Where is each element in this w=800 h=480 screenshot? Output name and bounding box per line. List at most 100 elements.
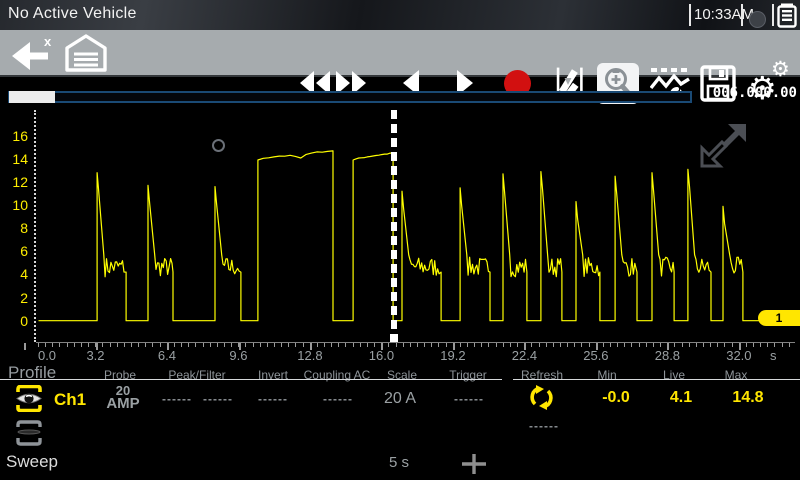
x-axis-tick <box>210 343 211 347</box>
x-axis-tick <box>438 343 439 347</box>
x-axis-label: 6.4 <box>158 348 176 363</box>
x-axis-tick <box>589 343 590 347</box>
x-axis-tick <box>717 343 718 347</box>
cursor-handle[interactable] <box>390 334 398 342</box>
x-axis-tick <box>746 343 747 347</box>
x-axis-tick <box>360 343 361 347</box>
x-axis-label: 22.4 <box>512 348 537 363</box>
x-axis-tick <box>131 343 132 347</box>
x-axis-tick <box>682 343 683 347</box>
x-axis-tick <box>624 343 625 347</box>
x-axis-tick <box>431 343 432 347</box>
trigger-value[interactable]: ------ <box>454 392 484 406</box>
ch1-visibility-eye-icon[interactable] <box>15 385 43 412</box>
x-axis-tick <box>331 343 332 347</box>
touch-ring-marker <box>212 139 225 152</box>
x-axis-tick <box>260 343 261 347</box>
x-axis-tick <box>102 343 103 347</box>
x-axis-tick <box>217 343 218 347</box>
x-axis-tick <box>274 343 275 347</box>
x-axis-tick <box>560 343 561 347</box>
x-axis-tick <box>38 343 39 347</box>
ch1-label: Ch1 <box>54 390 86 410</box>
x-axis-tick <box>253 343 254 347</box>
scale-value[interactable]: 20 A <box>384 390 416 408</box>
x-axis-tick <box>639 343 640 347</box>
probe-value-line2[interactable]: AMP <box>106 395 139 412</box>
x-axis-tick <box>553 343 554 347</box>
x-axis-tick <box>267 343 268 347</box>
x-axis-tick <box>424 343 425 347</box>
channel-1-marker[interactable]: 1 <box>758 310 800 326</box>
x-axis-label: 25.6 <box>583 348 608 363</box>
cursor-line[interactable] <box>391 110 397 340</box>
x-axis-tick <box>446 343 447 347</box>
x-axis-tick <box>774 343 775 347</box>
x-axis-tick <box>496 343 497 347</box>
x-axis-label: 9.6 <box>229 348 247 363</box>
x-axis-tick <box>753 343 754 347</box>
x-axis-tick <box>88 343 89 347</box>
refresh-icon[interactable] <box>528 384 555 411</box>
x-axis-tick <box>138 343 139 347</box>
x-axis-tick <box>188 343 189 347</box>
x-axis-tick <box>124 343 125 347</box>
refresh-sub-value: ------ <box>529 419 559 433</box>
x-axis-tick <box>374 343 375 347</box>
max-value: 14.8 <box>732 389 763 407</box>
x-axis-tick <box>288 343 289 347</box>
x-axis-tick <box>81 343 82 347</box>
x-axis-tick <box>338 343 339 347</box>
x-axis-tick <box>689 343 690 347</box>
x-axis-tick <box>674 343 675 347</box>
x-axis-tick <box>45 343 46 347</box>
x-axis-tick <box>631 343 632 347</box>
x-axis-tick <box>345 343 346 347</box>
x-axis-tick <box>481 343 482 347</box>
x-axis-tick <box>145 343 146 347</box>
x-axis-tick <box>546 343 547 347</box>
ch2-visibility-icon[interactable] <box>15 420 43 446</box>
x-axis-tick <box>203 343 204 347</box>
x-axis-tick <box>760 343 761 347</box>
x-axis-tick <box>488 343 489 347</box>
x-axis-tick <box>603 343 604 347</box>
x-axis-tick <box>410 343 411 347</box>
x-axis-tick <box>67 343 68 347</box>
x-axis-major-tick <box>24 343 26 350</box>
invert-value[interactable]: ------ <box>258 392 288 406</box>
x-axis-tick <box>660 343 661 347</box>
divider <box>513 379 800 380</box>
x-axis-tick <box>59 343 60 347</box>
sweep-label: Sweep <box>6 452 58 472</box>
x-axis-tick <box>417 343 418 347</box>
x-axis-unit: s <box>770 348 777 363</box>
x-axis-tick <box>174 343 175 347</box>
x-axis-tick <box>396 343 397 347</box>
sweep-increase-icon[interactable] <box>461 454 487 474</box>
x-axis-tick <box>195 343 196 347</box>
sweep-value[interactable]: 5 s <box>389 454 409 471</box>
expand-icon[interactable] <box>698 120 750 170</box>
x-axis-tick <box>653 343 654 347</box>
x-axis-tick <box>367 343 368 347</box>
x-axis-tick <box>281 343 282 347</box>
x-axis-tick <box>732 343 733 347</box>
peak-value[interactable]: ------ <box>162 392 192 406</box>
x-axis-tick <box>152 343 153 347</box>
x-axis-tick <box>324 343 325 347</box>
x-axis-tick <box>224 343 225 347</box>
coupling-value[interactable]: ------ <box>323 392 353 406</box>
x-axis-tick <box>388 343 389 347</box>
x-axis-label: 3.2 <box>86 348 104 363</box>
x-axis-tick <box>317 343 318 347</box>
x-axis-label: 28.8 <box>655 348 680 363</box>
x-axis-tick <box>724 343 725 347</box>
x-axis-tick <box>353 343 354 347</box>
x-axis-label: 19.2 <box>440 348 465 363</box>
filter-value[interactable]: ------ <box>203 392 233 406</box>
x-axis-tick <box>617 343 618 347</box>
x-axis-tick <box>295 343 296 347</box>
x-axis-tick <box>703 343 704 347</box>
x-axis-tick <box>160 343 161 347</box>
